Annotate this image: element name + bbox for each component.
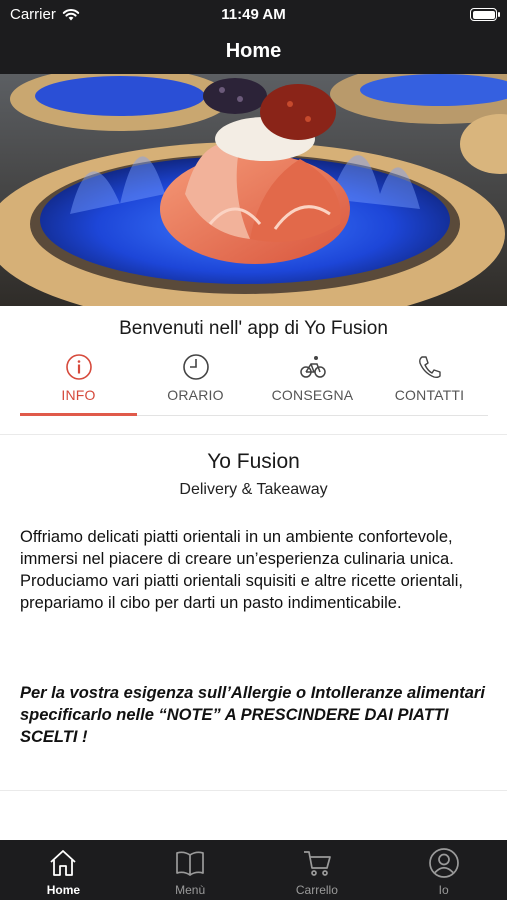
welcome-text: Benvenuti nell' app di Yo Fusion [119,318,388,339]
restaurant-name: Yo Fusion [207,450,300,473]
hero-image[interactable] [0,74,507,306]
home-icon [50,850,76,876]
restaurant-description: Offriamo delicati piatti orientali in un… [20,528,463,612]
page-title: Home [225,40,282,62]
status-bar: Carrier 11:49 AM [0,0,507,30]
bottom-tab-bar: Home Menù Carrello Io [0,840,507,900]
cart-icon [303,851,331,876]
info-tabs: INFO ORARIO CONSEGNA CONTATTI [20,350,488,416]
tab-bar-cart-label: Carrello [295,883,338,897]
info-icon [65,354,92,380]
tab-contatti-label: CONTATTI [394,387,465,403]
status-time: 11:49 AM [221,6,286,23]
tab-consegna[interactable]: CONSEGNA [254,350,371,415]
tab-bar-menu[interactable]: Menù [127,840,254,900]
tab-bar-home[interactable]: Home [0,840,127,900]
tab-bar-profile[interactable]: Io [380,840,507,900]
tab-orario-label: ORARIO [167,387,224,403]
tab-orario[interactable]: ORARIO [137,350,254,415]
section-divider [0,434,507,435]
user-icon [428,848,459,878]
navigation-bar: Home [0,30,507,74]
book-icon [176,851,204,876]
tab-contatti[interactable]: CONTATTI [371,350,488,415]
tab-bar-menu-label: Menù [175,883,206,897]
tab-consegna-label: CONSEGNA [271,387,354,403]
bicycle-icon [299,356,326,378]
phone-icon [418,356,441,379]
tab-bar-profile-label: Io [438,883,449,897]
clock-icon [182,354,209,380]
service-subtitle: Delivery & Takeaway [179,481,328,498]
tab-info-label: INFO [61,387,96,403]
tab-info[interactable]: INFO [20,350,137,416]
sushi-flame-photo [0,74,507,306]
tab-bar-home-label: Home [46,883,81,897]
content-divider [0,790,507,791]
battery-icon [470,8,500,21]
allergy-note: Per la vostra esigenza sull’Allergie o I… [20,684,485,746]
tab-bar-cart[interactable]: Carrello [254,840,381,900]
